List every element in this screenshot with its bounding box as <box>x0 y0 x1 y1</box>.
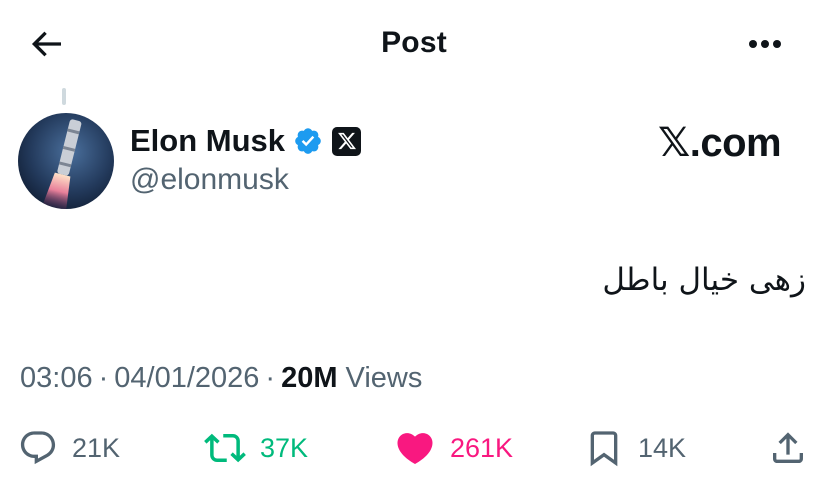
more-horizontal-icon <box>749 40 781 48</box>
share-icon <box>773 432 803 463</box>
reply-button[interactable]: 21K <box>18 424 120 472</box>
post-meta: 03:06 · 04/01/2026 · 20M Views <box>20 362 422 395</box>
post-time[interactable]: 03:06 <box>20 362 93 395</box>
views-label: Views <box>345 362 423 394</box>
reply-icon <box>20 431 56 465</box>
bookmark-button[interactable]: 14K <box>584 424 686 472</box>
meta-separator: · <box>98 362 109 394</box>
bookmark-icon <box>590 431 618 467</box>
like-button[interactable]: 261K <box>394 424 513 472</box>
x-logo-glyph <box>337 132 356 150</box>
bookmark-count: 14K <box>638 432 687 463</box>
verified-badge-icon[interactable] <box>293 126 323 156</box>
share-button[interactable] <box>768 424 808 472</box>
repost-count: 37K <box>260 432 309 463</box>
heart-icon <box>397 433 433 465</box>
post-date[interactable]: 04/01/2026 <box>114 362 259 395</box>
reply-count: 21K <box>72 432 121 463</box>
author-name-row: Elon Musk <box>130 121 362 161</box>
repost-button[interactable]: 37K <box>204 424 308 472</box>
post-text: زهی خیال باطل <box>602 262 806 298</box>
avatar[interactable] <box>18 113 114 209</box>
avatar-image <box>18 113 114 209</box>
thread-connector-line <box>62 88 66 105</box>
author-handle[interactable]: @elonmusk <box>130 163 289 197</box>
more-options-button[interactable] <box>740 24 790 64</box>
x-logo-icon[interactable] <box>332 126 362 156</box>
views-count: 20M <box>281 362 338 394</box>
meta-separator: · <box>265 362 276 394</box>
watermark-text: 𝕏.com <box>658 121 782 165</box>
author-display-name[interactable]: Elon Musk <box>130 123 285 159</box>
like-count: 261K <box>450 432 514 463</box>
page-title: Post <box>381 26 447 59</box>
repost-icon <box>204 433 246 463</box>
